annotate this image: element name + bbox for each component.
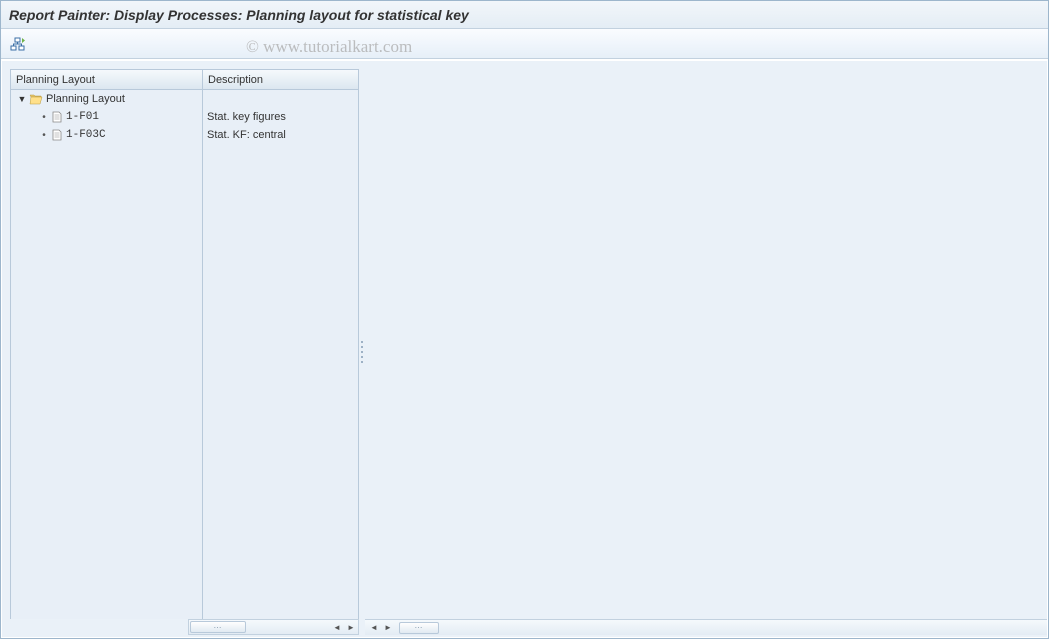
tree-root-label: Planning Layout: [46, 93, 125, 105]
desc-row: Stat. KF: central: [203, 126, 358, 144]
scroll-left-icon[interactable]: ◄: [330, 620, 344, 634]
detail-horizontal-scrollbar[interactable]: ◄ ► ⋯: [365, 619, 1047, 635]
column-header-layout[interactable]: Planning Layout: [11, 70, 202, 90]
scroll-left-icon[interactable]: ◄: [367, 621, 381, 635]
desc-text: Stat. key figures: [207, 111, 286, 123]
bullet-icon: •: [41, 114, 47, 120]
desc-text: Stat. KF: central: [207, 129, 286, 141]
scroll-spacer: [10, 619, 188, 635]
folder-open-icon: [29, 93, 43, 105]
tree-container: Planning Layout ▼ Planning Layout •: [10, 69, 359, 619]
column-body-description: Stat. key figures Stat. KF: central: [203, 90, 358, 619]
tree-item-code: 1-F03C: [66, 129, 106, 141]
title-bar: Report Painter: Display Processes: Plann…: [1, 1, 1048, 29]
scroll-arrows: ◄ ►: [330, 620, 358, 634]
expand-arrow-icon[interactable]: ▼: [17, 94, 27, 104]
detail-panel: ◄ ► ⋯: [365, 69, 1047, 635]
page-title: Report Painter: Display Processes: Plann…: [9, 7, 469, 23]
scroll-thumb[interactable]: ⋯: [190, 621, 246, 633]
splitter-handle[interactable]: [359, 69, 365, 635]
scroll-right-icon[interactable]: ►: [381, 621, 395, 635]
document-icon: [51, 111, 63, 123]
column-body-layout: ▼ Planning Layout •: [11, 90, 202, 619]
tree-bottom-bar: ⋯ ◄ ►: [10, 619, 359, 635]
scroll-thumb[interactable]: ⋯: [399, 622, 439, 634]
scroll-right-icon[interactable]: ►: [344, 620, 358, 634]
column-description: Description Stat. key figures Stat. KF: …: [202, 69, 359, 619]
desc-row: Stat. key figures: [203, 108, 358, 126]
column-layout: Planning Layout ▼ Planning Layout •: [10, 69, 202, 619]
column-header-description[interactable]: Description: [203, 70, 358, 90]
tree-item-row[interactable]: • 1-F01: [11, 108, 202, 126]
tree-item-row[interactable]: • 1-F03C: [11, 126, 202, 144]
hierarchy-icon: [10, 37, 26, 51]
tree-panel: Planning Layout ▼ Planning Layout •: [10, 69, 359, 635]
document-icon: [51, 129, 63, 141]
toolbar: [1, 29, 1048, 59]
detail-content: [365, 69, 1047, 619]
hierarchy-button[interactable]: [6, 33, 30, 55]
desc-row-root: [203, 90, 358, 108]
tree-item-code: 1-F01: [66, 111, 99, 123]
tree-horizontal-scrollbar[interactable]: ⋯ ◄ ►: [188, 619, 359, 635]
splitter-grip-icon: [360, 339, 364, 365]
content-area: Planning Layout ▼ Planning Layout •: [2, 61, 1047, 637]
tree-root-row[interactable]: ▼ Planning Layout: [11, 90, 202, 108]
bullet-icon: •: [41, 132, 47, 138]
window: Report Painter: Display Processes: Plann…: [0, 0, 1049, 639]
